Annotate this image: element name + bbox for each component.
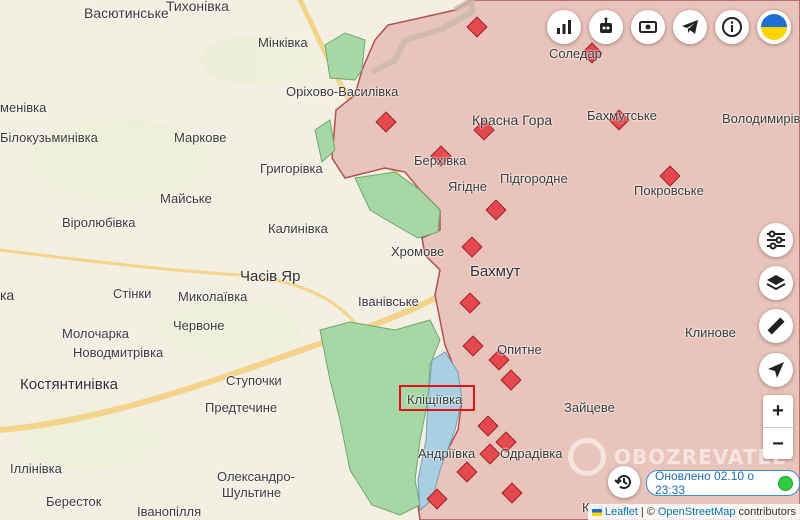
watermark-text: OBOZREVATEL: [614, 445, 786, 469]
place-molochark: Молочарка: [62, 326, 130, 341]
osm-link[interactable]: OpenStreetMap: [658, 506, 736, 518]
place-chervone: Червоне: [173, 318, 225, 333]
place-berestok: Бересток: [46, 494, 102, 509]
place-klynove: Клинове: [685, 325, 736, 340]
flag-icon[interactable]: [757, 10, 791, 44]
place-kalynivka: Калинівка: [268, 221, 328, 236]
history-icon[interactable]: [608, 466, 640, 498]
place-stupochky: Ступочки: [226, 373, 282, 388]
filter-icon[interactable]: [759, 223, 793, 257]
place-volodymyrivka: Володимирівка: [722, 111, 800, 126]
place-ka: ка: [0, 287, 15, 303]
place-soledar: Соледар: [549, 46, 602, 61]
place-pokrovske: Покровське: [634, 183, 704, 198]
place-minkivka: Мінківка: [258, 35, 308, 50]
place-yahidne: Ягідне: [448, 179, 488, 194]
place-menivka: менівка: [0, 100, 47, 115]
attribution-copy: ©: [646, 506, 655, 518]
place-orikhovo: Оріхово-Василівка: [286, 84, 399, 99]
highlight-box: [399, 385, 475, 411]
telegram-icon[interactable]: [673, 10, 707, 44]
ruler-icon[interactable]: [759, 309, 793, 343]
place-novodmytrivka: Новодмитрівка: [73, 345, 164, 360]
info-icon[interactable]: [715, 10, 749, 44]
robot-icon[interactable]: [589, 10, 623, 44]
place-zaitseve: Зайцеве: [564, 400, 615, 415]
place-bilokuzmynivka: Білокузьминівка: [0, 130, 98, 145]
zoom-in-button[interactable]: +: [763, 395, 793, 427]
watermark-logo-icon: [568, 438, 606, 476]
place-ivanivske: Іванівське: [358, 294, 419, 309]
place-mykolaivka: Миколаївка: [178, 289, 248, 304]
place-opytne: Опитне: [497, 342, 542, 357]
attribution-contributors: contributors: [738, 506, 796, 518]
place-shultyne: Шультине: [222, 485, 282, 500]
place-krasna-hora: Красна Гора: [472, 112, 553, 128]
donate-icon[interactable]: [631, 10, 665, 44]
live-status-icon: [778, 476, 793, 491]
place-illinivka: Іллінівка: [10, 461, 62, 476]
place-oleksandro: Олександро-: [217, 469, 295, 484]
place-stinky: Стінки: [113, 286, 152, 301]
place-ivanopillia: Іванопілля: [137, 504, 202, 519]
chart-icon[interactable]: [547, 10, 581, 44]
attribution-sep: |: [640, 506, 644, 518]
place-pidhorodne: Підгородне: [500, 171, 568, 186]
updated-status: Оновлено 02.10 о 23:33: [646, 469, 800, 497]
place-vasiutynske: Васютинське: [84, 5, 169, 21]
place-chasiv-yar: Часів Яр: [240, 268, 301, 285]
place-virolyubivka: Віролюбівка: [62, 215, 136, 230]
place-hryhorivka: Григорівка: [260, 161, 323, 176]
ukraine-flag-icon: [591, 508, 602, 516]
place-khromove: Хромове: [391, 244, 445, 259]
place-odradivka: Одрадівка: [500, 446, 563, 461]
attribution: Leaflet | © OpenStreetMap contributors: [587, 504, 800, 520]
place-maiske: Майське: [160, 191, 212, 206]
place-bakhmutske: Бахмутське: [587, 108, 657, 123]
place-andriivka: Андріївка: [418, 446, 476, 461]
locate-icon[interactable]: [759, 353, 793, 387]
place-markove: Маркове: [174, 130, 227, 145]
place-tykhonivka: Тихонівка: [166, 0, 229, 14]
leaflet-link[interactable]: Leaflet: [605, 506, 638, 518]
place-bakhmut: Бахмут: [470, 263, 521, 280]
updated-text: Оновлено 02.10 о 23:33: [655, 469, 755, 497]
place-predtechyne: Предтечине: [205, 400, 278, 415]
place-berkivka: Берхівка: [414, 153, 467, 168]
place-kostiantynivka: Костянтинівка: [20, 376, 118, 393]
layers-icon[interactable]: [759, 266, 793, 300]
